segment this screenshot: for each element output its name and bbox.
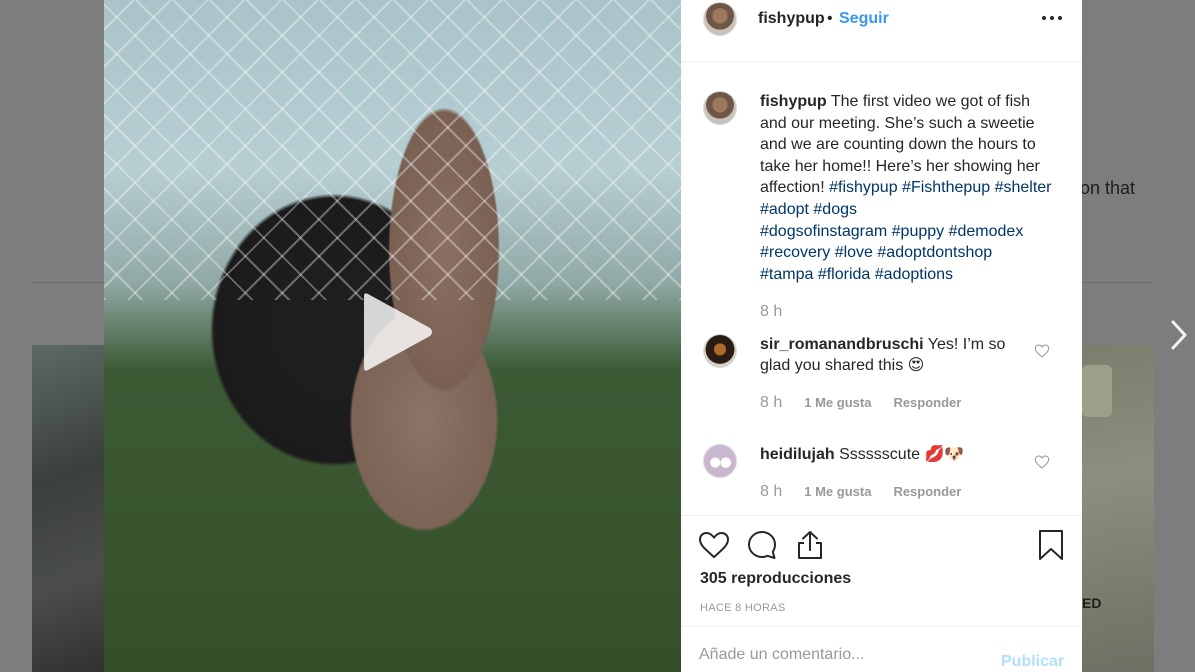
like-comment-heart-icon[interactable] [1034, 343, 1050, 359]
caption-meta: 8 h [760, 303, 782, 321]
hashtag[interactable]: #puppy [892, 223, 945, 240]
publish-button[interactable]: Publicar [1001, 653, 1064, 671]
comment: sir_romanandbruschi Yes! I’m so glad you… [760, 334, 1010, 376]
background-text: on that [1080, 178, 1136, 198]
like-comment-heart-icon[interactable] [1034, 454, 1050, 470]
view-count[interactable]: 305 reproducciones [700, 570, 851, 588]
post-header: fishypup • Seguir [681, 0, 1082, 62]
hashtag[interactable]: #fishypup [829, 179, 898, 196]
post-actions: 305 reproducciones HACE 8 HORAS [681, 515, 1082, 626]
header-separator: • [827, 10, 833, 27]
bookmark-icon[interactable] [1035, 529, 1067, 561]
commenter-avatar[interactable] [703, 444, 737, 478]
comment-time[interactable]: 8 h [760, 483, 782, 501]
caption-time[interactable]: 8 h [760, 303, 782, 321]
post-caption: fishypup The first video we got of fish … [760, 91, 1060, 285]
background-photo-code: ED [1082, 595, 1102, 611]
background-photo-left [32, 345, 112, 672]
post-timestamp: HACE 8 HORAS [700, 602, 786, 614]
comment-time[interactable]: 8 h [760, 394, 782, 412]
caption-username[interactable]: fishypup [760, 93, 827, 110]
add-comment-bar: Publicar [681, 626, 1082, 672]
more-options-icon[interactable] [1041, 8, 1063, 28]
video-fence-background [104, 0, 681, 300]
reply-button[interactable]: Responder [893, 395, 961, 410]
author-avatar[interactable] [703, 2, 737, 36]
follow-button[interactable]: Seguir [839, 10, 889, 28]
share-icon[interactable] [794, 529, 826, 561]
hashtag[interactable]: #Fishthepup [902, 179, 990, 196]
comment: heidilujah Sssssscute 💋🐶 [760, 444, 1010, 465]
chevron-right-icon[interactable] [1164, 318, 1194, 352]
comment-text: Sssssscute 💋🐶 [839, 446, 965, 463]
comment-meta: 8 h 1 Me gusta Responder [760, 394, 961, 412]
commenter-avatar[interactable] [703, 334, 737, 368]
hashtag[interactable]: #shelter [995, 179, 1052, 196]
hashtag[interactable]: #tampa [760, 266, 813, 283]
comment-likes[interactable]: 1 Me gusta [804, 395, 871, 410]
background-photo-right: ED [1080, 345, 1154, 672]
caption-avatar[interactable] [703, 91, 737, 125]
comment-likes[interactable]: 1 Me gusta [804, 484, 871, 499]
comment-input[interactable] [699, 641, 989, 669]
comment-bubble-icon[interactable] [746, 529, 778, 561]
comment-username[interactable]: heidilujah [760, 446, 835, 463]
hashtag[interactable]: #florida [818, 266, 870, 283]
background-stamp [1082, 365, 1112, 417]
comments-list[interactable]: fishypup The first video we got of fish … [681, 63, 1082, 515]
post-sidebar: fishypup • Seguir fishypup The first vid… [681, 0, 1082, 672]
hashtag[interactable]: #adoptdontshop [877, 244, 992, 261]
hashtag[interactable]: #recovery [760, 244, 830, 261]
hashtag[interactable]: #love [835, 244, 873, 261]
post-video[interactable] [104, 0, 681, 672]
author-username[interactable]: fishypup [758, 10, 825, 28]
comment-username[interactable]: sir_romanandbruschi [760, 336, 924, 353]
hashtag[interactable]: #dogs [813, 201, 857, 218]
like-heart-icon[interactable] [698, 529, 730, 561]
hashtag[interactable]: #adoptions [875, 266, 953, 283]
comment-meta: 8 h 1 Me gusta Responder [760, 483, 961, 501]
hashtag[interactable]: #adopt [760, 201, 809, 218]
hashtag[interactable]: #demodex [949, 223, 1024, 240]
reply-button[interactable]: Responder [893, 484, 961, 499]
play-icon[interactable] [356, 290, 436, 374]
hashtag[interactable]: #dogsofinstagram [760, 223, 887, 240]
